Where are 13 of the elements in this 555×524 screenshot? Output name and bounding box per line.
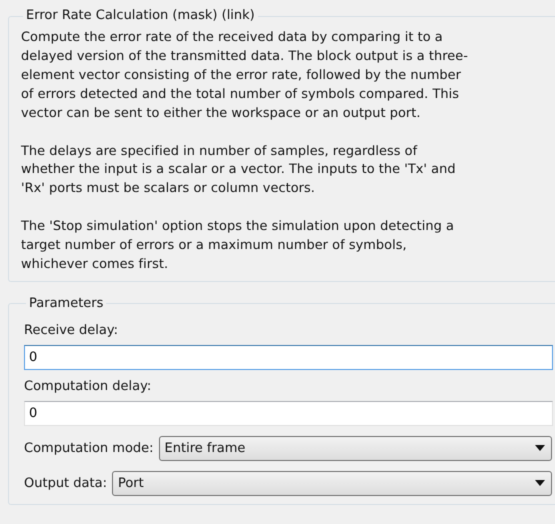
input-field[interactable]: 0	[24, 400, 553, 426]
field-label: Computation delay:	[24, 378, 152, 396]
panel-title: Error Rate Calculation (mask) (link)	[25, 8, 256, 24]
field-label: Receive delay:	[24, 322, 119, 340]
input-field[interactable]: 0	[24, 344, 553, 370]
dropdown[interactable]: Port	[112, 470, 552, 496]
field-label: Output data:	[24, 476, 107, 491]
description-text: Compute the error rate of the received data by comparing it to a delayed version of the transmitted data. The block output is a three- element vector consisting of the error rate, followed by the number of errors detected and the total number of symbols compared. This vector can be sent to either the workspace or an output port.	[21, 29, 469, 123]
dropdown[interactable]: Entire frame	[158, 436, 552, 461]
panel-title: Parameters	[28, 296, 104, 312]
description-text: The 'Stop simulation' option stops the simulation upon detecting a target number of errors or a maximum number of symbols, whichever comes first.	[21, 218, 455, 274]
field-label: Computation mode:	[24, 440, 154, 456]
description-text: The delays are specified in number of samples, regardless of whether the input is a scalar or a vector. The inputs to the 'Tx' and 'Rx' ports must be scalars or column vectors.	[21, 142, 457, 198]
